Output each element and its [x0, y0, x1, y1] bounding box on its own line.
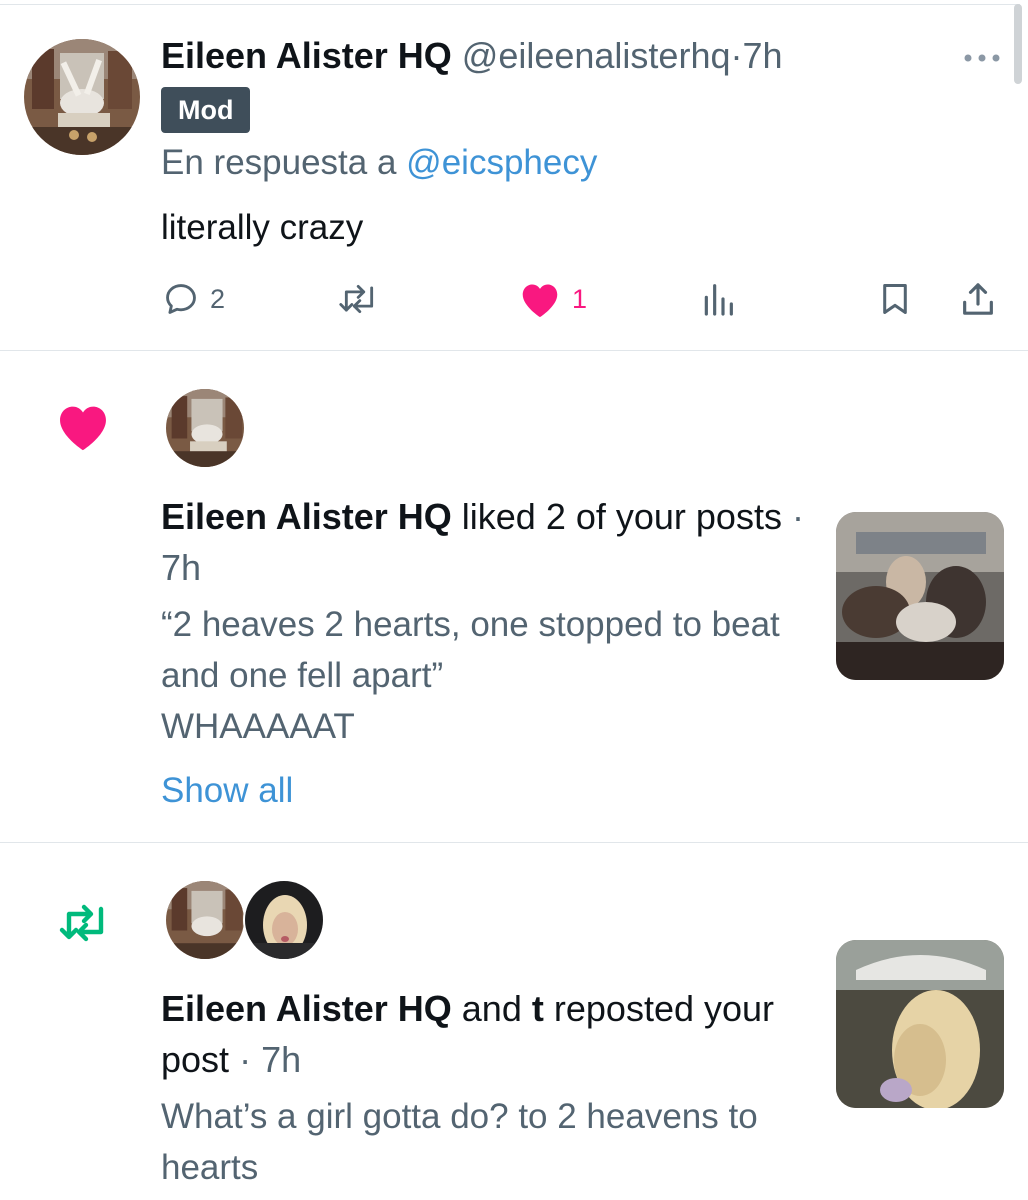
share-icon [958, 279, 998, 319]
like-notification[interactable]: Eileen Alister HQ liked 2 of your posts … [0, 351, 1028, 842]
repost-notification[interactable]: Eileen Alister HQ and t reposted your po… [0, 843, 1028, 1200]
notification-action: liked 2 of your posts [461, 496, 782, 537]
views-icon [698, 279, 738, 319]
conjunction: and [461, 988, 522, 1029]
share-button[interactable] [958, 273, 998, 325]
notification-text: Eileen Alister HQ liked 2 of your posts … [161, 491, 811, 593]
separator-dot: · [730, 35, 743, 76]
actor-name[interactable]: Eileen Alister HQ [161, 988, 452, 1029]
bookmark-button[interactable] [876, 273, 914, 325]
avatar[interactable] [243, 879, 325, 961]
avatar[interactable] [164, 879, 246, 961]
tweet-actions: 2 1 [0, 273, 1028, 325]
like-icon [518, 279, 562, 319]
actor-name[interactable]: Eileen Alister HQ [161, 496, 452, 537]
tweet-time[interactable]: 7h [742, 35, 782, 76]
avatar[interactable] [164, 387, 246, 469]
views-button[interactable] [698, 273, 738, 325]
preview-line: WHAAAAAT [161, 707, 355, 746]
reply-icon [162, 280, 200, 318]
post-preview: “2 heaves 2 hearts, one stopped to beat … [161, 599, 811, 752]
separator-dot: · [791, 496, 804, 537]
bookmark-icon [876, 279, 914, 319]
reply-count: 2 [210, 283, 226, 314]
repost-icon [336, 280, 382, 318]
post-thumbnail[interactable] [836, 512, 1004, 680]
reply-button[interactable]: 2 [162, 273, 225, 325]
author-avatar[interactable] [24, 39, 140, 155]
notification-time: 7h [161, 547, 202, 588]
reply-context: En respuesta a @eicsphecy [161, 143, 597, 183]
reply-prefix: En respuesta a [161, 143, 397, 182]
like-button[interactable]: 1 [518, 273, 587, 325]
tweet[interactable]: Eileen Alister HQ @eileenalisterhq·7h Mo… [0, 5, 1028, 350]
repost-button[interactable] [336, 273, 382, 325]
tweet-text: literally crazy [161, 208, 364, 247]
post-thumbnail[interactable] [836, 940, 1004, 1108]
mod-badge: Mod [161, 87, 251, 133]
tweet-header: Eileen Alister HQ @eileenalisterhq·7h [161, 35, 783, 77]
author-handle[interactable]: @eileenalisterhq [462, 35, 731, 76]
notification-text: Eileen Alister HQ and t reposted your po… [161, 983, 811, 1085]
preview-line: “2 heaves 2 hearts, one stopped to beat … [161, 605, 780, 695]
separator-dot: · [239, 1039, 252, 1080]
repost-icon [54, 899, 116, 952]
heart-icon [54, 399, 112, 458]
notification-time: 7h [261, 1039, 302, 1080]
post-preview: What’s a girl gotta do? to 2 heavens to … [161, 1097, 758, 1187]
author-name[interactable]: Eileen Alister HQ [161, 35, 452, 76]
reply-mention-link[interactable]: @eicsphecy [406, 143, 597, 182]
more-icon[interactable] [960, 49, 1004, 67]
actor-name[interactable]: t [532, 988, 544, 1029]
show-all-link[interactable]: Show all [161, 771, 293, 811]
like-count: 1 [572, 283, 588, 314]
